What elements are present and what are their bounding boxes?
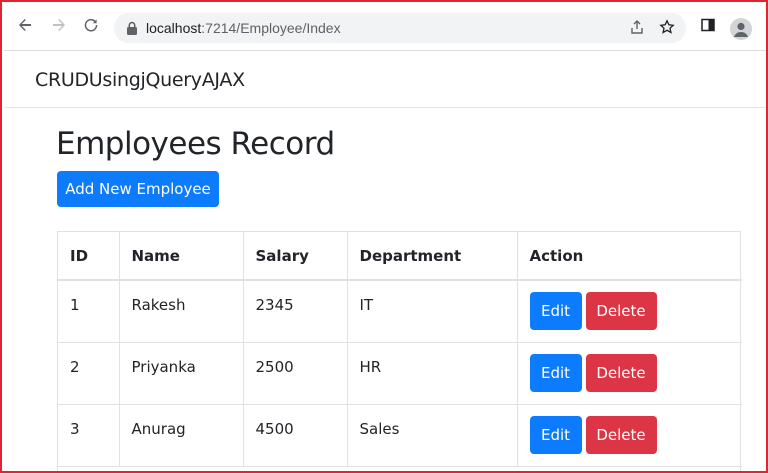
cell-action: Edit Delete <box>517 280 742 342</box>
reload-icon[interactable] <box>80 14 102 36</box>
header-name: Name <box>119 232 244 280</box>
table-header-row: ID Name Salary Department Action <box>58 232 742 280</box>
cell-name: Rakesh <box>119 280 244 342</box>
delete-button[interactable]: Delete <box>585 354 657 392</box>
cell-id: 3 <box>58 404 120 466</box>
cell-salary: 2500 <box>243 342 348 404</box>
browser-toolbar: localhost:7214/Employee/Index <box>4 4 766 51</box>
table-row: 2 Priyanka 2500 HR Edit Delete <box>58 342 742 404</box>
cell-department: IT <box>347 280 518 342</box>
page-title: Employees Record <box>56 126 335 162</box>
header-salary: Salary <box>243 232 348 280</box>
header-department: Department <box>347 232 518 280</box>
navbar-brand[interactable]: CRUDUsingjQueryAJAX <box>35 69 245 91</box>
forward-arrow-icon[interactable] <box>48 14 70 36</box>
cell-name: Anurag <box>119 404 244 466</box>
table-row: 3 Anurag 4500 Sales Edit Delete <box>58 404 742 466</box>
address-bar[interactable]: localhost:7214/Employee/Index <box>114 13 686 43</box>
side-panel-icon[interactable] <box>700 17 720 37</box>
cell-department: Sales <box>347 404 518 466</box>
cell-salary: 2345 <box>243 280 348 342</box>
share-icon[interactable] <box>628 19 646 37</box>
url-host: localhost <box>146 20 202 36</box>
url-path: :7214/Employee/Index <box>201 20 341 36</box>
add-new-employee-button[interactable]: Add New Employee <box>57 171 219 207</box>
delete-button[interactable]: Delete <box>585 416 657 454</box>
table-body: 1 Rakesh 2345 IT Edit Delete 2 Priyanka 2… <box>58 280 742 466</box>
cell-name: Priyanka <box>119 342 244 404</box>
table-header: ID Name Salary Department Action <box>58 232 742 280</box>
cell-id: 2 <box>58 342 120 404</box>
app-navbar: CRUDUsingjQueryAJAX <box>4 52 766 108</box>
cell-department: HR <box>347 342 518 404</box>
cell-id: 1 <box>58 280 120 342</box>
table-row: 1 Rakesh 2345 IT Edit Delete <box>58 280 742 342</box>
header-action: Action <box>529 246 584 265</box>
cell-salary: 4500 <box>243 404 348 466</box>
edit-button[interactable]: Edit <box>529 416 582 454</box>
bookmark-star-icon[interactable] <box>658 19 676 37</box>
lock-icon[interactable] <box>126 21 138 35</box>
employees-table-container: ID Name Salary Department Action 1 Rakes… <box>57 231 742 471</box>
employees-table: ID Name Salary Department Action 1 Rakes… <box>58 232 742 467</box>
cell-action: Edit Delete <box>517 404 742 466</box>
screenshot-frame: localhost:7214/Employee/Index CRUDUsingj… <box>0 0 768 473</box>
url-text[interactable]: localhost:7214/Employee/Index <box>146 20 341 36</box>
back-arrow-icon[interactable] <box>14 14 36 36</box>
profile-avatar-icon[interactable] <box>730 18 752 40</box>
cell-action: Edit Delete <box>517 342 742 404</box>
header-id: ID <box>58 232 120 280</box>
edit-button[interactable]: Edit <box>529 292 582 331</box>
delete-button[interactable]: Delete <box>585 292 657 331</box>
edit-button[interactable]: Edit <box>529 354 582 392</box>
